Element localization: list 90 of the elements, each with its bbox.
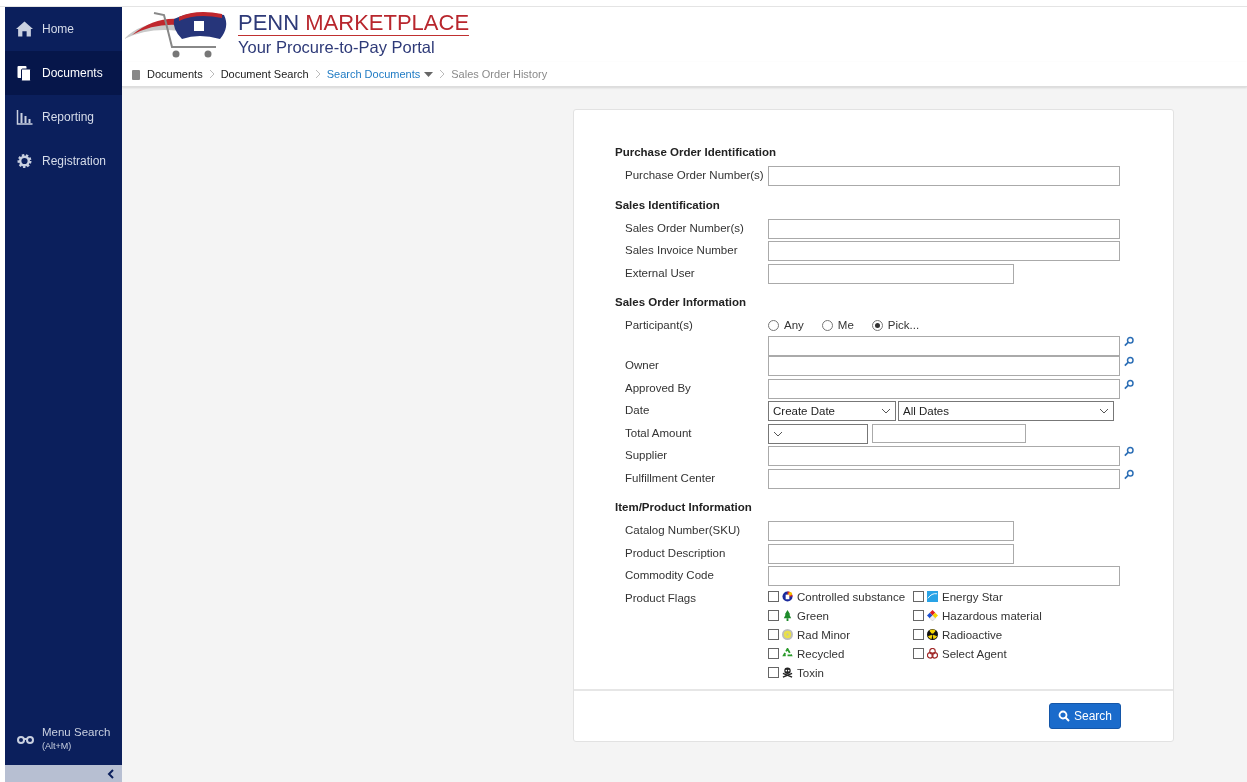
section-heading: Sales Identification bbox=[615, 198, 721, 211]
search-icon bbox=[1057, 709, 1070, 722]
document-icon bbox=[132, 68, 141, 80]
chevron-down-icon bbox=[773, 430, 783, 437]
text-field[interactable] bbox=[768, 263, 1014, 284]
field-label: Fulfillment Center bbox=[624, 470, 717, 484]
breadcrumb-current: Sales Order History bbox=[451, 68, 548, 80]
chevron-down-icon bbox=[1099, 408, 1109, 414]
logo-text: MARKETPLACE bbox=[305, 10, 470, 35]
badge-icon bbox=[782, 591, 793, 602]
chevron-icon bbox=[439, 69, 446, 79]
search-icon[interactable] bbox=[1124, 378, 1134, 390]
dropdown[interactable]: Create Date bbox=[768, 401, 896, 421]
flag-checkbox[interactable]: Energy Star bbox=[913, 590, 1073, 603]
flag-checkbox[interactable]: Hazardous material bbox=[913, 609, 1073, 622]
radio-option[interactable]: Me bbox=[821, 319, 854, 331]
chevron-left-icon[interactable] bbox=[107, 768, 114, 779]
field-label: Commodity Code bbox=[624, 568, 715, 581]
home-icon bbox=[16, 21, 33, 37]
sidebar-item[interactable]: Documents bbox=[5, 51, 122, 95]
text-field[interactable] bbox=[768, 378, 1120, 399]
dropdown[interactable]: All Dates bbox=[898, 401, 1114, 421]
radiation-icon bbox=[782, 629, 793, 640]
search-icon[interactable] bbox=[1124, 468, 1134, 480]
breadcrumb-link[interactable]: Document Search bbox=[220, 68, 309, 80]
search-icon[interactable] bbox=[1124, 356, 1134, 367]
chevron-icon bbox=[314, 69, 321, 79]
logo-tagline: Your Procure-to-Pay Portal bbox=[238, 37, 436, 58]
logo-text: PENN bbox=[238, 10, 300, 35]
chevron-icon bbox=[208, 69, 215, 79]
field-label: Supplier bbox=[624, 448, 669, 461]
text-field[interactable] bbox=[768, 241, 1120, 261]
field-label: External User bbox=[624, 265, 696, 279]
shortcut-hint: (Alt+M) bbox=[42, 740, 73, 753]
field-label: Sales Invoice Number bbox=[624, 243, 739, 256]
gear-icon bbox=[16, 153, 33, 169]
text-field[interactable] bbox=[768, 446, 1120, 466]
flag-checkbox[interactable]: Radioactive bbox=[913, 628, 1073, 641]
sidebar-item[interactable]: Reporting bbox=[5, 95, 122, 139]
field-label: Sales Order Number(s) bbox=[624, 220, 745, 234]
flag-checkbox[interactable]: Select Agent bbox=[913, 647, 1073, 660]
text-field[interactable] bbox=[768, 521, 1014, 541]
text-field[interactable] bbox=[768, 218, 1120, 239]
sidebar-item[interactable]: Registration bbox=[5, 139, 122, 183]
menu-search-label[interactable]: Menu Search bbox=[42, 725, 111, 739]
flag-checkbox[interactable]: Controlled substance bbox=[768, 590, 913, 603]
field-label: Product Flags bbox=[624, 590, 697, 604]
text-field[interactable] bbox=[768, 336, 1120, 356]
bar-chart-icon bbox=[16, 109, 33, 125]
field-label: Purchase Order Number(s) bbox=[624, 168, 765, 181]
energy-icon bbox=[927, 591, 938, 602]
text-field[interactable] bbox=[768, 543, 1014, 564]
text-field[interactable] bbox=[768, 468, 1120, 489]
dropdown[interactable] bbox=[768, 423, 868, 444]
search-button[interactable]: Search bbox=[1048, 702, 1121, 729]
biohazard-icon bbox=[927, 648, 938, 659]
radio-option[interactable]: Pick... bbox=[871, 319, 920, 331]
text-field[interactable] bbox=[768, 356, 1120, 376]
field-label: Owner bbox=[624, 358, 660, 371]
flag-checkbox[interactable]: Toxin bbox=[768, 666, 913, 679]
caret-icon bbox=[424, 71, 434, 77]
text-field[interactable] bbox=[768, 166, 1120, 186]
skull-icon bbox=[782, 667, 793, 678]
radio-option[interactable]: Any bbox=[768, 319, 804, 331]
chevron-down-icon bbox=[881, 408, 891, 414]
field-label: Product Description bbox=[624, 545, 727, 559]
field-label: Date bbox=[624, 403, 651, 416]
search-icon[interactable] bbox=[1124, 336, 1134, 347]
radiation-icon bbox=[927, 629, 938, 640]
flag-checkbox[interactable]: Rad Minor bbox=[768, 628, 913, 641]
text-field[interactable] bbox=[768, 566, 1120, 586]
recycle-icon bbox=[782, 648, 793, 659]
flag-checkbox[interactable]: Recycled bbox=[768, 647, 913, 660]
text-field[interactable] bbox=[872, 423, 1026, 443]
breadcrumb-menu[interactable]: Search Documents bbox=[326, 68, 434, 80]
section-heading: Item/Product Information bbox=[615, 501, 753, 513]
tree-icon bbox=[782, 610, 793, 621]
binoculars-icon[interactable] bbox=[17, 734, 34, 744]
field-label: Catalog Number(SKU) bbox=[624, 523, 742, 536]
search-icon[interactable] bbox=[1124, 446, 1134, 457]
flag-checkbox[interactable]: Green bbox=[768, 609, 913, 622]
section-heading: Sales Order Information bbox=[615, 296, 747, 308]
field-label: Participant(s) bbox=[624, 318, 694, 331]
sidebar-item[interactable]: Home bbox=[5, 7, 122, 51]
diamond-icon bbox=[927, 610, 938, 621]
field-label: Total Amount bbox=[624, 425, 693, 439]
breadcrumb-link[interactable]: Documents bbox=[147, 68, 203, 80]
documents-icon bbox=[16, 65, 33, 81]
section-heading: Purchase Order Identification bbox=[615, 146, 778, 158]
field-label: Approved By bbox=[624, 380, 692, 394]
